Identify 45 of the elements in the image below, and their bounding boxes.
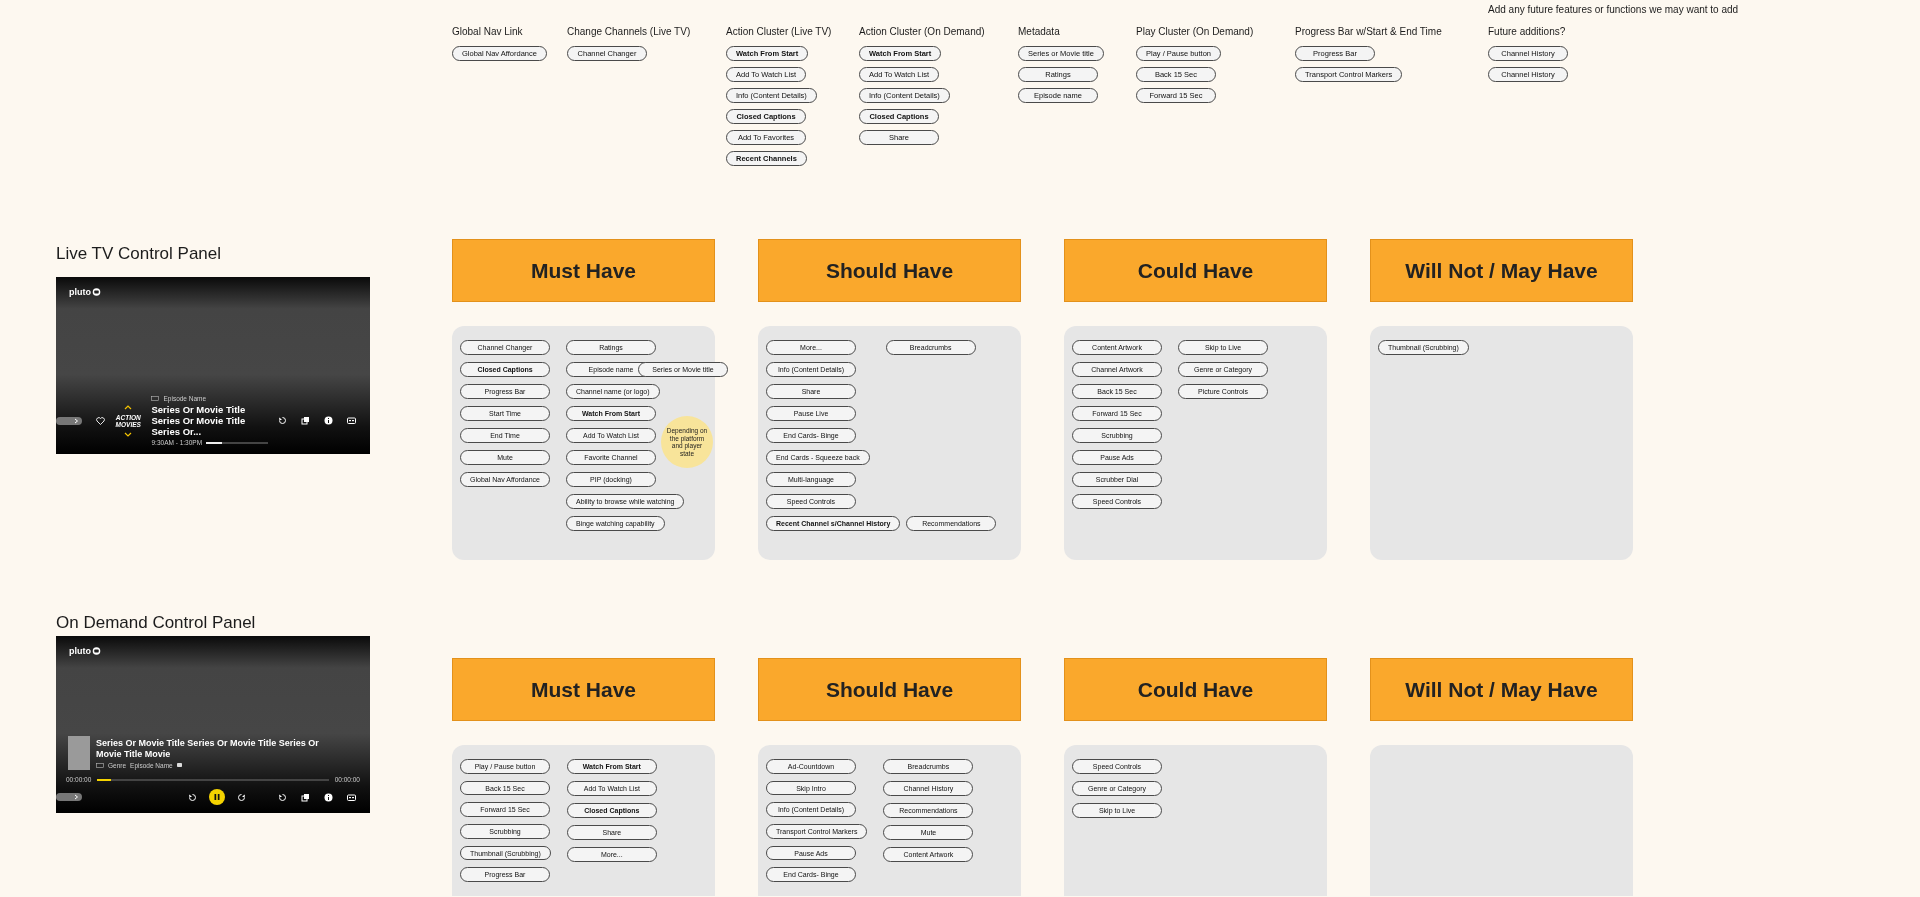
captions-icon — [347, 416, 356, 425]
info-icon — [324, 792, 333, 802]
category-heading: Action Cluster (Live TV) — [726, 26, 832, 37]
heart-icon — [96, 416, 105, 425]
rewind-icon — [188, 792, 197, 802]
brand-logo: pluto — [69, 646, 91, 656]
category-heading: Progress Bar w/Start & End Time — [1295, 26, 1442, 37]
priority-header: Should Have — [758, 239, 1021, 302]
priority-header: Will Not / May Have — [1370, 658, 1633, 721]
category-heading: Action Cluster (On Demand) — [859, 26, 985, 37]
expand-tab-icon — [56, 793, 82, 801]
category-heading: Global Nav Link — [452, 26, 523, 37]
fast-forward-icon — [237, 792, 246, 802]
chevron-up-icon — [124, 404, 133, 410]
priority-header: Should Have — [758, 658, 1021, 721]
priority-header: Will Not / May Have — [1370, 239, 1633, 302]
category-heading: Play Cluster (On Demand) — [1136, 26, 1254, 37]
layers-icon — [301, 416, 310, 425]
note-text: Add any future features or functions we may want to add — [1488, 4, 1740, 15]
restart-icon — [278, 416, 287, 425]
pause-button[interactable] — [209, 789, 225, 805]
expand-tab-icon — [56, 416, 82, 425]
captions-icon — [347, 792, 356, 802]
section-title: Live TV Control Panel — [56, 243, 223, 265]
priority-header: Could Have — [1064, 239, 1327, 302]
category-heading: Change Channels (Live TV) — [567, 26, 691, 37]
tv-logo-icon — [92, 288, 101, 296]
info-icon — [324, 416, 333, 425]
layers-icon — [301, 792, 310, 802]
program-title: Series Or Movie Title Series Or Movie Title Series Or... — [151, 404, 247, 437]
tv-logo-icon — [92, 647, 101, 655]
poster-placeholder — [68, 736, 90, 770]
category-heading: Future additions? — [1488, 26, 1566, 37]
priority-header: Must Have — [452, 239, 715, 302]
section-title: On Demand Control Panel — [56, 612, 257, 634]
restart-icon — [278, 792, 287, 802]
program-title: Series Or Movie Title Series Or Movie Title Series Or Movie Title Movie — [96, 737, 320, 760]
brand-logo: pluto — [69, 287, 91, 297]
captions-icon — [176, 763, 182, 767]
chevron-down-icon — [124, 431, 133, 437]
priority-header: Must Have — [452, 658, 715, 721]
category-heading: Metadata — [1018, 26, 1060, 37]
priority-header: Could Have — [1064, 658, 1327, 721]
rating-badge-icon — [151, 396, 160, 401]
rating-badge-icon — [96, 762, 104, 768]
